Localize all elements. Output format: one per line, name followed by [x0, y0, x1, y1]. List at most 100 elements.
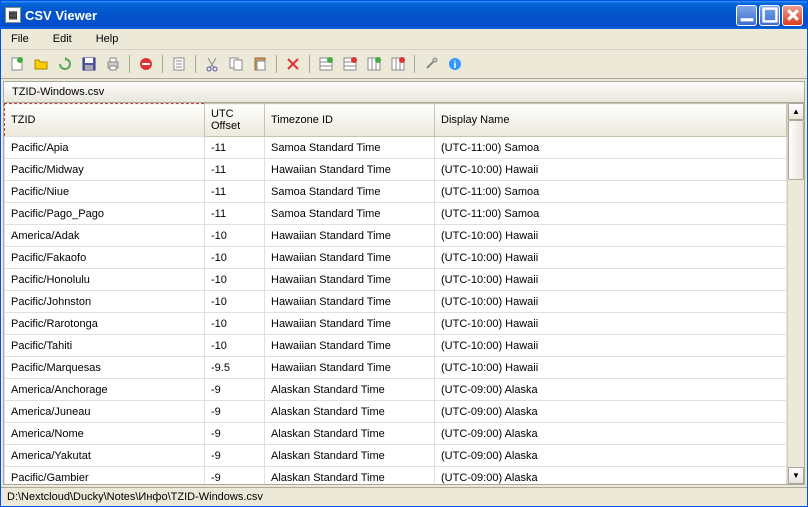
- minimize-button[interactable]: [736, 5, 757, 26]
- table-cell[interactable]: -9: [205, 379, 265, 401]
- table-cell[interactable]: Hawaiian Standard Time: [265, 269, 435, 291]
- new-button[interactable]: [7, 54, 27, 74]
- file-tab[interactable]: TZID-Windows.csv: [4, 82, 804, 103]
- table-cell[interactable]: (UTC-11:00) Samoa: [435, 181, 787, 203]
- table-row[interactable]: Pacific/Fakaofo-10Hawaiian Standard Time…: [5, 247, 787, 269]
- table-cell[interactable]: Pacific/Pago_Pago: [5, 203, 205, 225]
- table-cell[interactable]: -11: [205, 181, 265, 203]
- menu-help[interactable]: Help: [90, 31, 125, 47]
- table-cell[interactable]: Pacific/Gambier: [5, 467, 205, 485]
- table-cell[interactable]: (UTC-10:00) Hawaii: [435, 335, 787, 357]
- table-cell[interactable]: -9: [205, 423, 265, 445]
- scroll-track[interactable]: [788, 120, 804, 467]
- table-cell[interactable]: -10: [205, 335, 265, 357]
- table-cell[interactable]: Samoa Standard Time: [265, 203, 435, 225]
- table-row[interactable]: America/Juneau-9Alaskan Standard Time(UT…: [5, 401, 787, 423]
- table-cell[interactable]: Pacific/Niue: [5, 181, 205, 203]
- table-cell[interactable]: (UTC-09:00) Alaska: [435, 467, 787, 485]
- properties-button[interactable]: [169, 54, 189, 74]
- table-cell[interactable]: Pacific/Marquesas: [5, 357, 205, 379]
- table-cell[interactable]: -9: [205, 467, 265, 485]
- table-cell[interactable]: Hawaiian Standard Time: [265, 247, 435, 269]
- scroll-down-button[interactable]: ▼: [788, 467, 804, 484]
- table-cell[interactable]: Hawaiian Standard Time: [265, 313, 435, 335]
- column-header[interactable]: TZID: [5, 104, 205, 137]
- table-cell[interactable]: America/Nome: [5, 423, 205, 445]
- table-cell[interactable]: (UTC-10:00) Hawaii: [435, 225, 787, 247]
- column-header[interactable]: Timezone ID: [265, 104, 435, 137]
- table-cell[interactable]: (UTC-10:00) Hawaii: [435, 247, 787, 269]
- copy-button[interactable]: [226, 54, 246, 74]
- table-cell[interactable]: (UTC-09:00) Alaska: [435, 423, 787, 445]
- remove-column-button[interactable]: [388, 54, 408, 74]
- table-cell[interactable]: -10: [205, 313, 265, 335]
- table-cell[interactable]: Alaskan Standard Time: [265, 445, 435, 467]
- delete-button[interactable]: [136, 54, 156, 74]
- table-cell[interactable]: Pacific/Rarotonga: [5, 313, 205, 335]
- close-button[interactable]: [782, 5, 803, 26]
- menu-file[interactable]: File: [5, 31, 35, 47]
- table-cell[interactable]: Samoa Standard Time: [265, 181, 435, 203]
- table-cell[interactable]: -11: [205, 203, 265, 225]
- table-cell[interactable]: Hawaiian Standard Time: [265, 335, 435, 357]
- table-cell[interactable]: Pacific/Honolulu: [5, 269, 205, 291]
- table-cell[interactable]: (UTC-09:00) Alaska: [435, 445, 787, 467]
- menu-edit[interactable]: Edit: [47, 31, 78, 47]
- insert-column-button[interactable]: [364, 54, 384, 74]
- refresh-button[interactable]: [55, 54, 75, 74]
- remove-row-button[interactable]: [340, 54, 360, 74]
- delete-row-button[interactable]: [283, 54, 303, 74]
- table-row[interactable]: Pacific/Midway-11Hawaiian Standard Time(…: [5, 159, 787, 181]
- table-cell[interactable]: Alaskan Standard Time: [265, 401, 435, 423]
- table-cell[interactable]: -9: [205, 445, 265, 467]
- table-cell[interactable]: -9: [205, 401, 265, 423]
- cut-button[interactable]: [202, 54, 222, 74]
- column-header[interactable]: Display Name: [435, 104, 787, 137]
- table-cell[interactable]: -10: [205, 269, 265, 291]
- scroll-thumb[interactable]: [788, 120, 804, 180]
- scroll-up-button[interactable]: ▲: [788, 103, 804, 120]
- table-cell[interactable]: (UTC-10:00) Hawaii: [435, 313, 787, 335]
- table-cell[interactable]: America/Yakutat: [5, 445, 205, 467]
- table-cell[interactable]: Hawaiian Standard Time: [265, 159, 435, 181]
- paste-button[interactable]: [250, 54, 270, 74]
- titlebar[interactable]: ▦ CSV Viewer: [1, 1, 807, 29]
- table-cell[interactable]: -11: [205, 159, 265, 181]
- table-cell[interactable]: (UTC-09:00) Alaska: [435, 379, 787, 401]
- table-cell[interactable]: Hawaiian Standard Time: [265, 225, 435, 247]
- table-row[interactable]: Pacific/Rarotonga-10Hawaiian Standard Ti…: [5, 313, 787, 335]
- table-cell[interactable]: Samoa Standard Time: [265, 137, 435, 159]
- table-cell[interactable]: (UTC-09:00) Alaska: [435, 401, 787, 423]
- table-cell[interactable]: Alaskan Standard Time: [265, 467, 435, 485]
- table-row[interactable]: Pacific/Gambier-9Alaskan Standard Time(U…: [5, 467, 787, 485]
- table-row[interactable]: Pacific/Johnston-10Hawaiian Standard Tim…: [5, 291, 787, 313]
- print-button[interactable]: [103, 54, 123, 74]
- table-cell[interactable]: America/Adak: [5, 225, 205, 247]
- table-cell[interactable]: (UTC-10:00) Hawaii: [435, 159, 787, 181]
- table-row[interactable]: America/Anchorage-9Alaskan Standard Time…: [5, 379, 787, 401]
- table-cell[interactable]: Pacific/Fakaofo: [5, 247, 205, 269]
- table-row[interactable]: Pacific/Pago_Pago-11Samoa Standard Time(…: [5, 203, 787, 225]
- column-header[interactable]: UTC Offset: [205, 104, 265, 137]
- table-cell[interactable]: (UTC-11:00) Samoa: [435, 137, 787, 159]
- table-row[interactable]: Pacific/Apia-11Samoa Standard Time(UTC-1…: [5, 137, 787, 159]
- table-cell[interactable]: Pacific/Tahiti: [5, 335, 205, 357]
- maximize-button[interactable]: [759, 5, 780, 26]
- table-row[interactable]: America/Adak-10Hawaiian Standard Time(UT…: [5, 225, 787, 247]
- table-cell[interactable]: -11: [205, 137, 265, 159]
- table-cell[interactable]: Pacific/Johnston: [5, 291, 205, 313]
- table-cell[interactable]: -9.5: [205, 357, 265, 379]
- table-cell[interactable]: (UTC-11:00) Samoa: [435, 203, 787, 225]
- table-row[interactable]: Pacific/Tahiti-10Hawaiian Standard Time(…: [5, 335, 787, 357]
- table-cell[interactable]: (UTC-10:00) Hawaii: [435, 357, 787, 379]
- table-cell[interactable]: Alaskan Standard Time: [265, 379, 435, 401]
- settings-button[interactable]: [421, 54, 441, 74]
- table-cell[interactable]: (UTC-10:00) Hawaii: [435, 269, 787, 291]
- table-cell[interactable]: -10: [205, 291, 265, 313]
- save-button[interactable]: [79, 54, 99, 74]
- open-button[interactable]: [31, 54, 51, 74]
- table-row[interactable]: Pacific/Honolulu-10Hawaiian Standard Tim…: [5, 269, 787, 291]
- table-row[interactable]: America/Yakutat-9Alaskan Standard Time(U…: [5, 445, 787, 467]
- table-row[interactable]: America/Nome-9Alaskan Standard Time(UTC-…: [5, 423, 787, 445]
- table-row[interactable]: Pacific/Marquesas-9.5Hawaiian Standard T…: [5, 357, 787, 379]
